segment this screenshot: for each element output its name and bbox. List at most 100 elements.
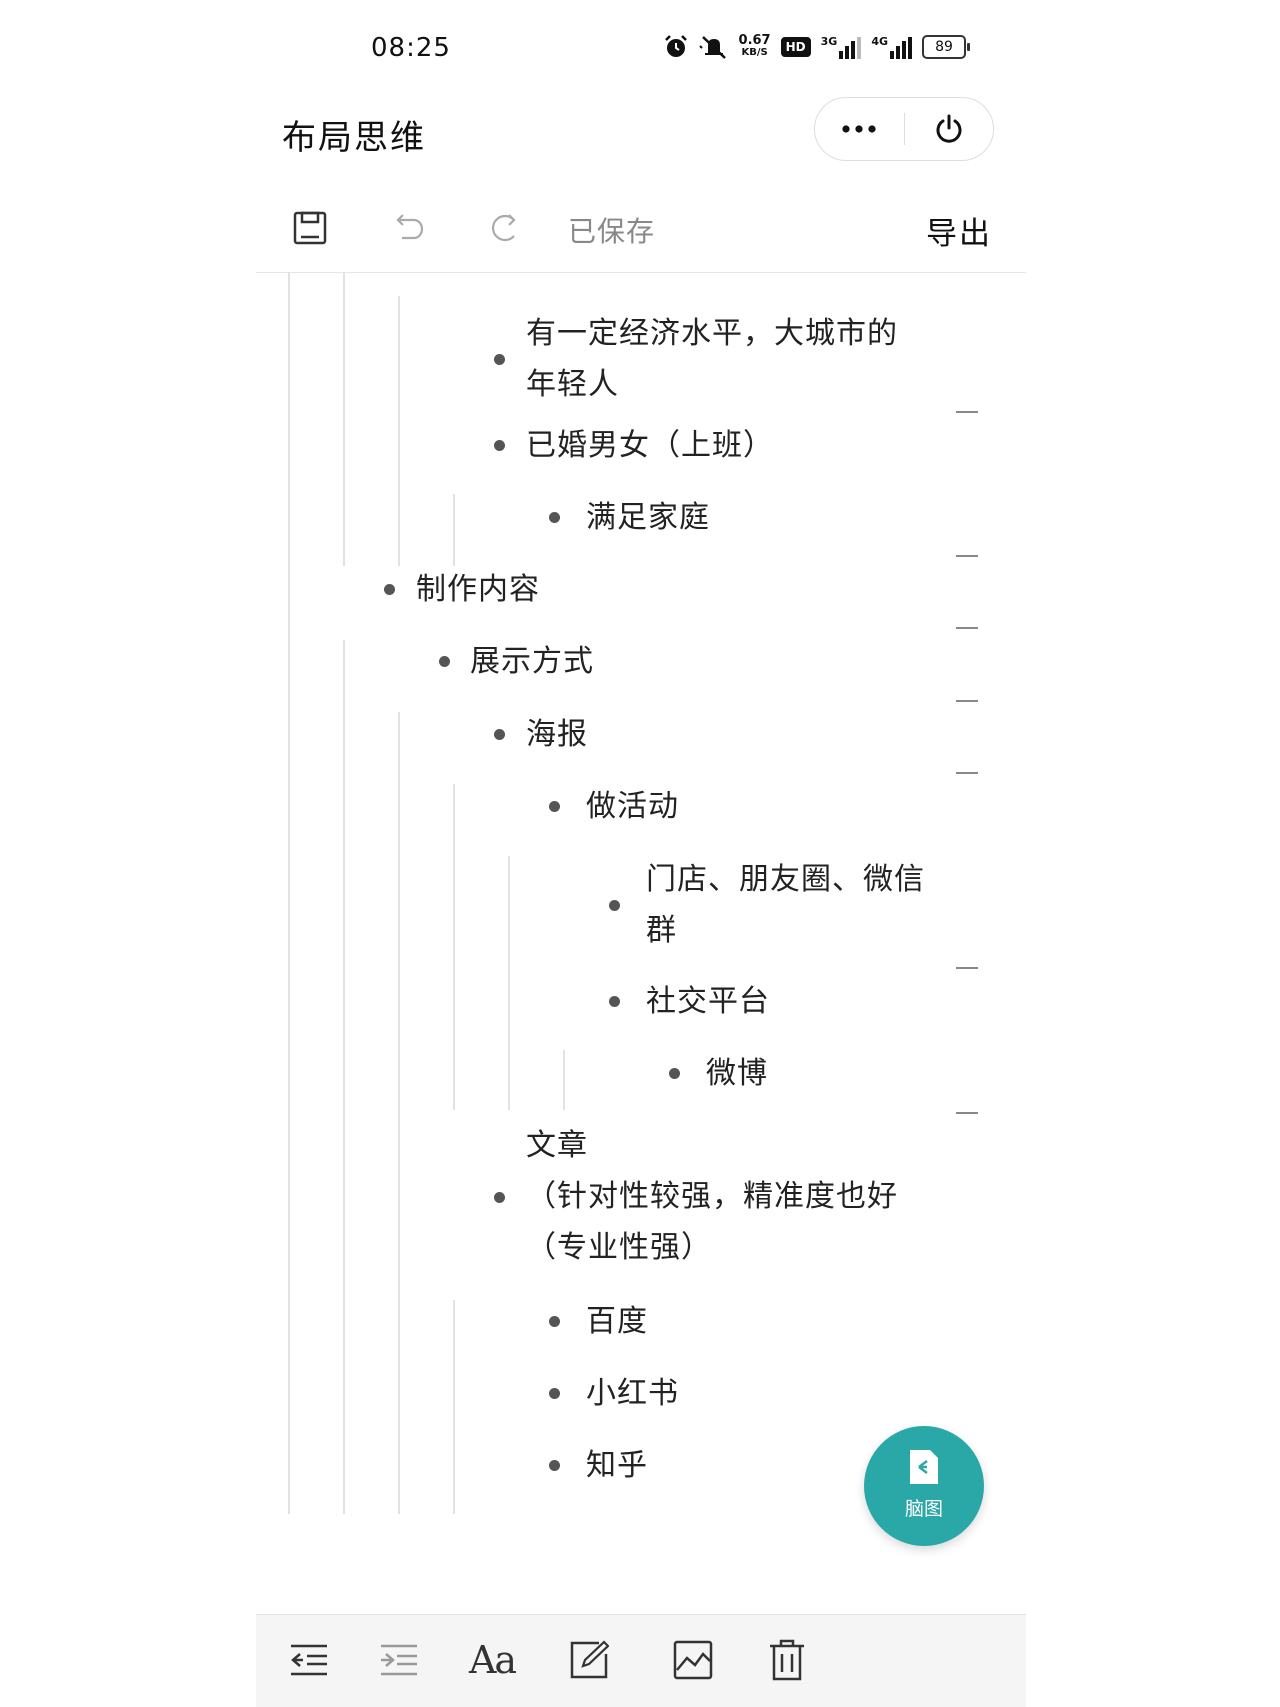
collapse-toggle[interactable] [956, 700, 978, 702]
outline-tree: 有一定经济水平，大城市的 年轻人 已婚男女（上班） 满足家庭 制作内容 展示方式… [256, 272, 1026, 1616]
indent-button[interactable] [376, 1637, 422, 1683]
outline-node[interactable]: 社交平台 [256, 967, 1026, 1028]
node-bullet[interactable] [549, 1316, 560, 1327]
node-text[interactable]: 微博 [706, 1048, 768, 1099]
node-bullet[interactable] [494, 440, 505, 451]
node-bullet[interactable] [549, 1388, 560, 1399]
note-button[interactable] [566, 1637, 612, 1683]
redo-icon [492, 214, 516, 242]
node-text[interactable]: 小红书 [586, 1368, 679, 1419]
outdent-icon [291, 1644, 327, 1676]
node-bullet[interactable] [669, 1068, 680, 1079]
sim2-type: 4G [871, 35, 888, 48]
node-bullet[interactable] [494, 354, 505, 365]
phone-screen: 08:25 0.67 KB/S HD 3G 4G 89 布局思维 已保存 导出 … [256, 0, 1026, 1707]
more-button[interactable] [815, 98, 903, 160]
ellipsis-icon [842, 125, 876, 133]
indent-icon [381, 1644, 417, 1676]
outline-node[interactable]: 文章 （针对性较强，精准度也好 （专业性强） [256, 1112, 1026, 1274]
outline-node[interactable]: 制作内容 [256, 555, 1026, 616]
close-button[interactable] [905, 98, 993, 160]
status-time: 08:25 [371, 33, 451, 63]
node-text[interactable]: 制作内容 [416, 564, 540, 615]
outline-node[interactable]: 已婚男女（上班） [256, 411, 1026, 472]
node-text[interactable]: 已婚男女（上班） [526, 420, 774, 471]
node-text[interactable]: 年轻人 [526, 359, 619, 410]
node-text[interactable]: 展示方式 [470, 636, 594, 687]
font-icon: Aa [468, 1638, 517, 1682]
edit-note-icon [570, 1640, 609, 1679]
capsule-menu [814, 97, 994, 161]
title-bar: 布局思维 [256, 96, 1026, 196]
redo-button[interactable] [482, 206, 526, 250]
power-icon [936, 114, 962, 143]
node-bullet[interactable] [609, 996, 620, 1007]
image-icon [673, 1640, 713, 1680]
sim1-type: 3G [820, 35, 838, 48]
outline-node[interactable]: 有一定经济水平，大城市的 年轻人 [256, 308, 1026, 410]
mute-icon [698, 36, 726, 59]
node-text[interactable]: 门店、朋友圈、微信 [646, 854, 925, 905]
collapse-toggle[interactable] [956, 772, 978, 774]
page-title: 布局思维 [282, 118, 426, 158]
outline-node[interactable]: 小红书 [256, 1368, 1026, 1420]
node-text[interactable]: 百度 [586, 1296, 648, 1347]
node-text[interactable]: 社交平台 [646, 976, 770, 1027]
net-speed-value: 0.67 [738, 33, 771, 48]
status-icons: 0.67 KB/S HD 3G 4G 89 [663, 33, 970, 60]
save-button[interactable] [288, 206, 332, 250]
node-text[interactable]: 海报 [526, 709, 588, 760]
battery-icon: 89 [922, 35, 970, 59]
outline-node[interactable]: 百度 [256, 1296, 1026, 1348]
outdent-button[interactable] [286, 1637, 332, 1683]
node-bullet[interactable] [494, 729, 505, 740]
alarm-icon [664, 35, 687, 57]
node-bullet[interactable] [549, 1460, 560, 1471]
net-speed: 0.67 KB/S [738, 33, 771, 59]
node-text[interactable]: （专业性强） [526, 1222, 712, 1273]
outline-node[interactable]: 门店、朋友圈、微信 群 [256, 854, 1026, 956]
hd-badge: HD [780, 37, 811, 57]
node-text[interactable]: 文章 [526, 1120, 588, 1171]
collapse-toggle[interactable] [956, 967, 978, 969]
outline-node[interactable]: 做活动 [256, 772, 1026, 833]
node-text[interactable]: 做活动 [586, 781, 679, 832]
undo-icon [396, 214, 424, 240]
export-button[interactable]: 导出 [926, 208, 992, 253]
floppy-icon [293, 211, 327, 245]
outline-node[interactable]: 展示方式 [256, 627, 1026, 688]
undo-button[interactable] [386, 206, 430, 250]
node-text[interactable]: （针对性较强，精准度也好 [526, 1171, 898, 1222]
delete-button[interactable] [764, 1637, 810, 1683]
node-bullet[interactable] [384, 584, 395, 595]
node-text[interactable]: 知乎 [586, 1440, 648, 1491]
node-bullet[interactable] [439, 656, 450, 667]
node-text[interactable]: 满足家庭 [586, 492, 710, 543]
save-status: 已保存 [568, 215, 656, 248]
delete-icon [770, 1639, 804, 1681]
mindmap-button[interactable]: 脑图 [864, 1426, 984, 1546]
signal-sim2-icon: 4G [871, 35, 912, 59]
node-text[interactable]: 群 [646, 905, 677, 956]
node-bullet[interactable] [549, 801, 560, 812]
mindmap-icon [910, 1450, 938, 1484]
font-button[interactable]: Aa [462, 1637, 522, 1683]
bottom-toolbar: Aa [256, 1614, 1026, 1707]
collapse-toggle[interactable] [956, 627, 978, 629]
node-bullet[interactable] [494, 1192, 505, 1203]
mindmap-label: 脑图 [904, 1498, 943, 1520]
node-bullet[interactable] [549, 512, 560, 523]
collapse-toggle[interactable] [956, 555, 978, 557]
collapse-toggle[interactable] [956, 1112, 978, 1114]
node-bullet[interactable] [609, 900, 620, 911]
signal-sim1-icon: 3G [821, 35, 862, 59]
outline-node[interactable]: 满足家庭 [256, 492, 1026, 544]
status-bar: 08:25 0.67 KB/S HD 3G 4G 89 [256, 0, 1026, 96]
image-button[interactable] [670, 1637, 716, 1683]
editor-toolbar: 已保存 导出 [256, 196, 1026, 273]
net-speed-unit: KB/S [741, 47, 768, 58]
node-text[interactable]: 有一定经济水平，大城市的 [526, 308, 898, 359]
outline-node[interactable]: 海报 [256, 700, 1026, 761]
collapse-toggle[interactable] [956, 411, 978, 413]
outline-node[interactable]: 微博 [256, 1048, 1026, 1100]
